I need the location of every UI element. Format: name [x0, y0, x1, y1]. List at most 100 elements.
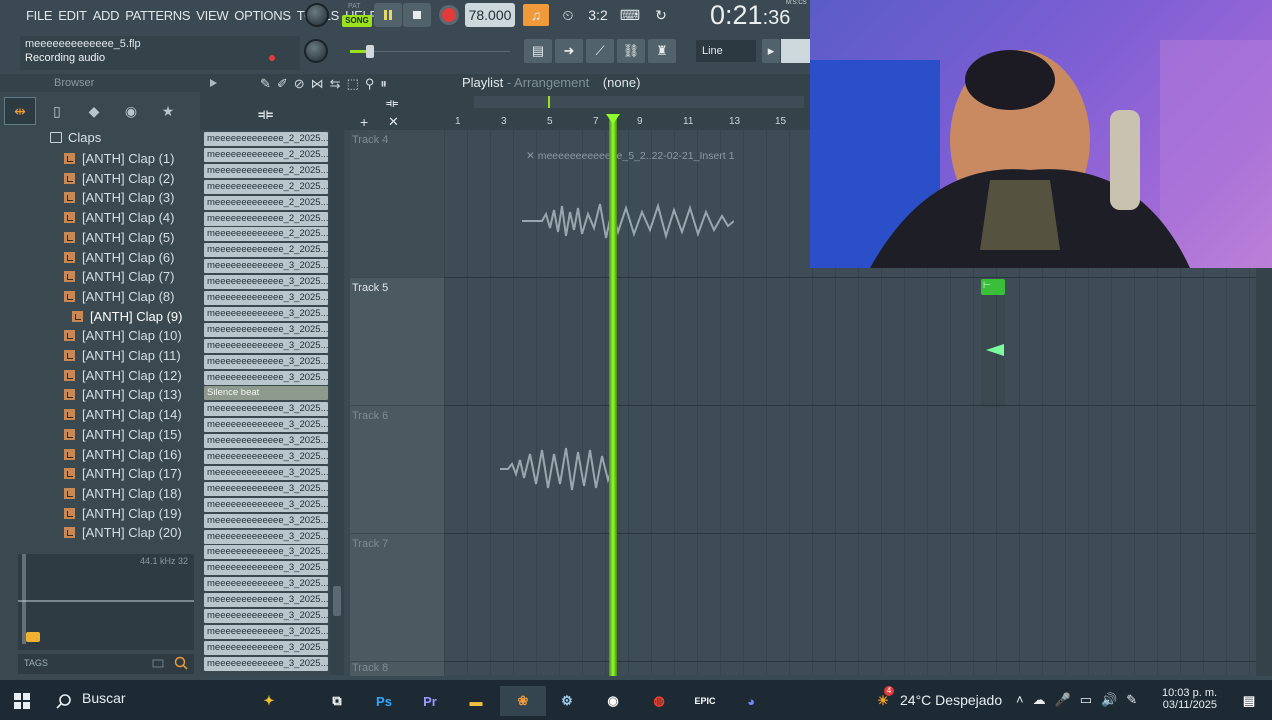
- channel-clip[interactable]: meeeeeeeeeeeee_3_2025...: [204, 481, 328, 496]
- timeline-ruler[interactable]: 1 3 5 7 9 11 13 15: [454, 116, 810, 130]
- channel-clip[interactable]: meeeeeeeeeeeee_3_2025...: [204, 434, 328, 449]
- browser-item[interactable]: [ANTH] Clap (3): [64, 188, 174, 207]
- browser-item[interactable]: [ANTH] Clap (20): [64, 523, 182, 542]
- channel-clip[interactable]: meeeeeeeeeeeee_3_2025...: [204, 577, 328, 592]
- channel-clip[interactable]: meeeeeeeeeeeee_3_2025...: [204, 513, 328, 528]
- channel-clip[interactable]: meeeeeeeeeeeee_3_2025...: [204, 259, 328, 274]
- browser-all-tab[interactable]: ⇹: [4, 97, 36, 125]
- browser-item[interactable]: [ANTH] Clap (10): [64, 326, 182, 345]
- browser-item[interactable]: [ANTH] Clap (16): [64, 445, 182, 464]
- snap-arrow-button[interactable]: ▸: [762, 39, 780, 63]
- pattern-selector[interactable]: (none): [603, 75, 641, 90]
- channel-clip[interactable]: meeeeeeeeeeeee_3_2025...: [204, 465, 328, 480]
- track-header-4[interactable]: Track 4: [350, 130, 444, 277]
- channel-clip[interactable]: meeeeeeeeeeeee_3_2025...: [204, 418, 328, 433]
- channel-clip[interactable]: meeeeeeeeeeeee_2_2025...: [204, 227, 328, 242]
- copilot-sparkle-icon[interactable]: ✦: [250, 686, 288, 716]
- browser-item[interactable]: [ANTH] Clap (5): [64, 228, 174, 247]
- windows-start-icon[interactable]: [14, 693, 30, 709]
- fl-studio-taskbar-icon[interactable]: ❀: [500, 686, 546, 716]
- weather-icon[interactable]: ☀: [864, 686, 902, 716]
- channel-clip[interactable]: meeeeeeeeeeeee_3_2025...: [204, 529, 328, 544]
- channel-clip[interactable]: meeeeeeeeeeeee_2_2025...: [204, 132, 328, 146]
- menu-file[interactable]: FILE: [26, 8, 53, 23]
- channel-clip[interactable]: meeeeeeeeeeeee_3_2025...: [204, 450, 328, 464]
- timeline-scrollbar[interactable]: [474, 96, 804, 108]
- premiere-icon[interactable]: Pr: [411, 686, 449, 716]
- channel-clip[interactable]: meeeeeeeeeeeee_3_2025...: [204, 322, 328, 337]
- pat-song-toggle[interactable]: PAT SONG: [342, 3, 372, 27]
- play-arrow-icon[interactable]: [208, 78, 218, 88]
- browser-item[interactable]: [ANTH] Clap (2): [64, 169, 174, 188]
- pattern-clip[interactable]: ⊢: [981, 279, 1005, 407]
- channel-clip[interactable]: meeeeeeeeeeeee_3_2025...: [204, 338, 328, 353]
- taskbar-search-label[interactable]: Buscar: [82, 690, 126, 706]
- master-volume-knob[interactable]: [305, 3, 329, 27]
- browser-item[interactable]: [ANTH] Clap (11): [64, 346, 181, 365]
- record-button[interactable]: [435, 3, 463, 27]
- snap-icon[interactable]: ⟚: [258, 106, 273, 124]
- main-volume-slider[interactable]: [350, 44, 510, 60]
- browser-files-tab[interactable]: ▯: [41, 97, 73, 125]
- task-view-icon[interactable]: ⧉: [318, 686, 356, 716]
- channel-clip[interactable]: meeeeeeeeeeeee_3_2025...: [204, 291, 328, 305]
- zoom-icon[interactable]: ⟚: [386, 95, 398, 111]
- weather-text[interactable]: 24°C Despejado: [900, 692, 1002, 708]
- audio-waveform-track4[interactable]: [522, 196, 734, 246]
- add-track-icon[interactable]: +: [360, 114, 368, 130]
- channel-clip[interactable]: meeeeeeeeeeeee_2_2025...: [204, 243, 328, 258]
- browser-item[interactable]: [ANTH] Clap (13): [64, 385, 182, 404]
- browser-item[interactable]: [ANTH] Clap (6): [64, 248, 174, 267]
- audio-waveform-track6[interactable]: [500, 440, 612, 498]
- menu-edit[interactable]: EDIT: [58, 8, 87, 23]
- playlist-tools-icon[interactable]: ✎✐⊘⋈⇆⬚⚲⏸: [260, 76, 393, 92]
- browser-item[interactable]: [ANTH] Clap (12): [64, 366, 182, 385]
- plugin-button[interactable]: ⟋: [586, 39, 614, 63]
- search-icon[interactable]: [174, 656, 189, 671]
- channel-clip[interactable]: meeeeeeeeeeeee_3_2025...: [204, 656, 328, 671]
- track-header-7[interactable]: Track 7: [350, 534, 444, 661]
- tempo-display[interactable]: 78.000: [465, 3, 515, 27]
- channel-clip[interactable]: meeeeeeeeeeeee_3_2025...: [204, 306, 328, 321]
- channel-clip[interactable]: meeeeeeeeeeeee_3_2025...: [204, 624, 328, 639]
- track-header-8[interactable]: Track 8: [350, 662, 444, 676]
- obs-icon[interactable]: ◉: [594, 686, 632, 716]
- notifications-icon[interactable]: ▤: [1230, 686, 1268, 716]
- loop-record-icon[interactable]: ↻: [648, 4, 674, 26]
- channel-clip[interactable]: meeeeeeeeeeeee_3_2025...: [204, 561, 328, 576]
- taskbar-clock[interactable]: 10:03 p. m. 03/11/2025: [1162, 687, 1217, 711]
- channel-clip[interactable]: meeeeeeeeeeeee_3_2025...: [204, 402, 328, 417]
- browser-item[interactable]: [ANTH] Clap (15): [64, 425, 182, 444]
- channel-clip[interactable]: meeeeeeeeeeeee_3_2025...: [204, 593, 328, 608]
- channel-clip[interactable]: meeeeeeeeeeeee_3_2025...: [204, 370, 328, 385]
- browser-item[interactable]: [ANTH] Clap (19): [64, 504, 182, 523]
- system-tray-icons[interactable]: ˄☁🎤▭🔊✎: [1016, 692, 1146, 708]
- browser-plugins-tab[interactable]: ◆: [78, 97, 110, 125]
- browser-item[interactable]: [ANTH] Clap (14): [64, 405, 182, 424]
- browser-item[interactable]: [ANTH] Clap (9): [72, 307, 182, 326]
- pause-button[interactable]: [374, 3, 402, 27]
- countdown-icon[interactable]: 3:2: [585, 4, 611, 26]
- wait-input-icon[interactable]: ⏲: [555, 4, 581, 26]
- stop-button[interactable]: [403, 3, 431, 27]
- snap-mode-select[interactable]: Line: [696, 40, 756, 62]
- automation-point[interactable]: [982, 342, 1006, 358]
- browser-item[interactable]: [ANTH] Clap (17): [64, 464, 182, 483]
- browser-item[interactable]: [ANTH] Clap (1): [64, 149, 174, 168]
- mixer-button[interactable]: ♜: [648, 39, 676, 63]
- metronome-icon[interactable]: ♫: [523, 4, 549, 26]
- step-edit-icon[interactable]: ⌨: [617, 4, 643, 26]
- playlist-view-button[interactable]: ▤: [524, 39, 552, 63]
- track-header-6[interactable]: Track 6: [350, 406, 444, 533]
- channel-clip[interactable]: meeeeeeeeeeeee_2_2025...: [204, 211, 328, 226]
- folder-claps[interactable]: Claps: [50, 130, 101, 145]
- epic-games-icon[interactable]: EPIC: [686, 686, 724, 716]
- browser-item[interactable]: [ANTH] Clap (4): [64, 208, 174, 227]
- taskbar-search-icon[interactable]: [56, 693, 72, 709]
- steam-icon[interactable]: ⚙: [548, 686, 586, 716]
- menu-patterns[interactable]: PATTERNS: [125, 8, 190, 23]
- clip-list-scrollbar[interactable]: [330, 130, 344, 675]
- channel-clip[interactable]: Silence beat: [204, 386, 328, 401]
- arrow-tool-button[interactable]: ➜: [555, 39, 583, 63]
- channel-clip[interactable]: meeeeeeeeeeeee_3_2025...: [204, 354, 328, 369]
